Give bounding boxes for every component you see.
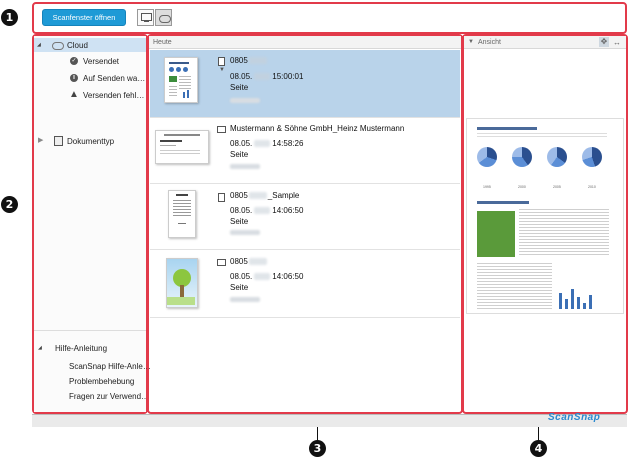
sidebar-item-help[interactable]: ◢ Hilfe-Anleitung (34, 342, 146, 355)
document-time: 15:00:01 (272, 72, 304, 81)
collapse-triangle-icon: ▼ (468, 39, 474, 45)
status-bar (32, 414, 627, 427)
warning-icon: ▲ (69, 89, 79, 100)
callout-3: 3 (309, 440, 326, 457)
document-time: 14:06:50 (272, 272, 304, 281)
sidebar-item-sent-label: Versendet (83, 57, 120, 66)
doctype-icon (54, 136, 63, 146)
fit-width-icon[interactable]: ↔ (613, 36, 621, 49)
document-date: 08.05. 14:06:50 (230, 272, 304, 281)
sidebar: ◢ Cloud ✓ Versendet II Auf Senden wa… ▲ … (34, 36, 151, 412)
cloud-icon (52, 42, 64, 50)
document-thumbnail (155, 130, 209, 164)
blurred-metadata (230, 164, 260, 169)
document-title: 0805 (230, 257, 267, 266)
cloud-view-icon[interactable] (155, 9, 172, 26)
expand-triangle-icon: ◢ (38, 345, 42, 351)
photo-icon (217, 259, 226, 266)
document-pages: Seite (230, 83, 249, 92)
document-title: 0805 (230, 56, 267, 65)
document-thumbnail (164, 57, 198, 103)
expand-triangle-icon: ◢ (37, 42, 41, 48)
document-title: Mustermann & Söhne GmbH_Heinz Mustermann (230, 124, 405, 133)
document-date: 08.05. 14:06:50 (230, 206, 304, 215)
list-item[interactable]: ▼ 0805 08.05. 15:00:01 Seite (150, 50, 460, 118)
document-thumbnail (168, 190, 196, 238)
sidebar-item-failed[interactable]: ▲ Versenden fehl… (34, 89, 146, 102)
check-circle-icon: ✓ (70, 57, 78, 65)
pie-chart-2010 (582, 147, 602, 167)
pie-year-label: 1995 (483, 185, 491, 189)
pie-chart-2005 (547, 147, 567, 167)
blurred-metadata (230, 297, 260, 302)
sidebar-divider (34, 330, 146, 331)
pie-year-label: 2010 (588, 185, 596, 189)
collapsed-triangle-icon: ▶ (38, 137, 44, 144)
open-scan-window-button[interactable]: Scanfenster öffnen (42, 9, 126, 26)
pie-chart-2000 (512, 147, 532, 167)
bar-chart-image (559, 293, 562, 309)
callout-2: 2 (1, 196, 18, 213)
callout-4: 4 (530, 440, 547, 457)
local-view-icon[interactable] (137, 9, 154, 26)
document-time: 14:06:50 (272, 206, 304, 215)
document-icon (218, 57, 225, 66)
sidebar-item-failed-label: Versenden fehl… (83, 91, 145, 100)
chevron-down-icon: ▼ (219, 67, 225, 73)
list-header: Heute (149, 36, 461, 49)
preview-page: 1995 2000 2005 2010 (466, 118, 624, 314)
sidebar-item-doctype[interactable]: ▶ Dokumenttyp (34, 134, 146, 148)
blurred-metadata (230, 230, 260, 235)
callout-1: 1 (1, 9, 18, 26)
sidebar-item-help-guide[interactable]: ScanSnap Hilfe-Anle… (69, 362, 151, 371)
receipt-icon (218, 193, 225, 202)
pie-chart-1995 (477, 147, 497, 167)
document-pages: Seite (230, 283, 249, 292)
fit-page-icon[interactable]: ✥ (599, 37, 609, 47)
preview-header: ▼ Ansicht ✥ ↔ (464, 36, 626, 49)
view-toggle-group (137, 9, 173, 26)
document-title: 0805 _Sample (230, 191, 300, 200)
list-item[interactable]: Mustermann & Söhne GmbH_Heinz Mustermann… (150, 118, 460, 184)
sidebar-item-waiting-label: Auf Senden wa… (83, 74, 146, 83)
document-date: 08.05. 15:00:01 (230, 72, 304, 81)
document-date: 08.05. 14:58:26 (230, 139, 304, 148)
preview-header-label: Ansicht (478, 39, 501, 46)
document-pages: Seite (230, 150, 249, 159)
list-item[interactable]: 0805 08.05. 14:06:50 Seite (150, 250, 460, 318)
business-card-icon (217, 126, 226, 133)
pie-year-label: 2000 (518, 185, 526, 189)
photo-thumbnail (166, 258, 198, 308)
sidebar-item-sent[interactable]: ✓ Versendet (34, 55, 146, 68)
sidebar-item-help-label: Hilfe-Anleitung (55, 344, 108, 353)
brand-logo: ScanSnap (548, 412, 601, 423)
sidebar-item-cloud-label: Cloud (67, 41, 88, 50)
blurred-metadata (230, 98, 260, 103)
list-item[interactable]: 0805 _Sample 08.05. 14:06:50 Seite (150, 184, 460, 250)
world-map-image (477, 211, 515, 257)
sidebar-item-cloud[interactable]: ◢ Cloud (34, 38, 146, 52)
pause-circle-icon: II (70, 74, 78, 82)
document-pages: Seite (230, 217, 249, 226)
sidebar-item-waiting[interactable]: II Auf Senden wa… (34, 72, 146, 85)
sidebar-item-faq[interactable]: Fragen zur Verwend… (69, 392, 149, 401)
sidebar-item-doctype-label: Dokumenttyp (67, 137, 115, 146)
sidebar-item-troubleshooting[interactable]: Problembehebung (69, 377, 134, 386)
pie-year-label: 2005 (553, 185, 561, 189)
document-time: 14:58:26 (272, 139, 304, 148)
